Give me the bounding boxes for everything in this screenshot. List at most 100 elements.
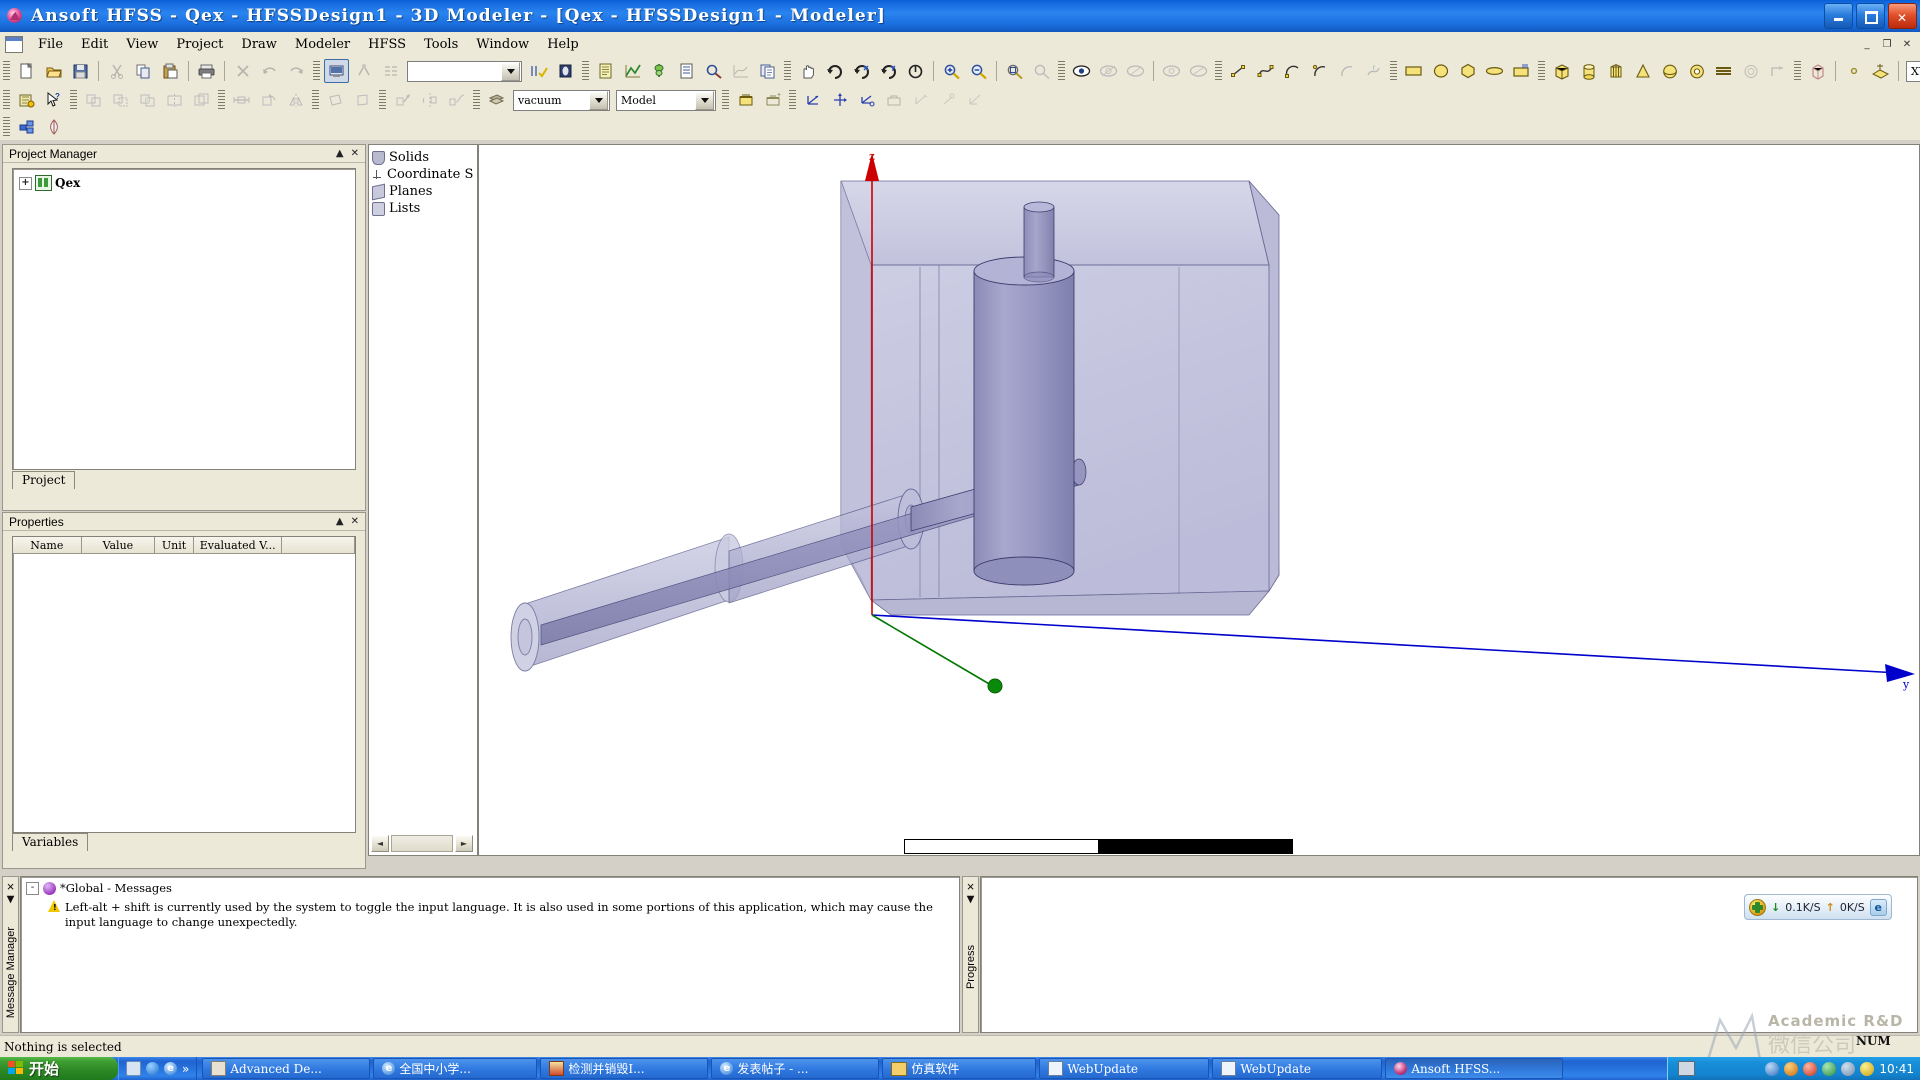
network-traffic-widget[interactable]: ↓ 0.1K/S ↑ 0K/S e	[1744, 894, 1892, 920]
menu-hfss[interactable]: HFSS	[359, 34, 415, 55]
toolbar2-grip-6[interactable]	[473, 90, 480, 110]
copy-icon[interactable]	[131, 59, 156, 83]
validate-check-icon[interactable]	[526, 59, 551, 83]
fit-all-icon[interactable]	[1002, 59, 1027, 83]
spin-icon[interactable]	[903, 59, 928, 83]
properties-grid[interactable]: Name Value Unit Evaluated V...	[12, 536, 356, 833]
volume-icon[interactable]	[1803, 1061, 1818, 1076]
toolbar2-grip-5[interactable]	[379, 90, 386, 110]
menu-file[interactable]: File	[29, 34, 72, 55]
message-item-row[interactable]: Left-alt + shift is currently used by th…	[48, 900, 938, 929]
message-manager-close-icon[interactable]: ✕	[5, 880, 16, 891]
menu-project[interactable]: Project	[167, 34, 232, 55]
material-chevron-down-icon[interactable]	[589, 90, 608, 110]
toolbar2-grip-8[interactable]	[789, 90, 796, 110]
menu-draw[interactable]: Draw	[232, 34, 286, 55]
plane-yellow-icon[interactable]	[1868, 59, 1893, 83]
search-combo[interactable]	[407, 60, 522, 82]
eye-visible-icon[interactable]	[1069, 59, 1094, 83]
toolbar2-grip[interactable]	[3, 90, 10, 110]
scroll-left-button[interactable]: ◄	[371, 835, 389, 852]
expand-icon[interactable]: +	[19, 176, 32, 190]
toolbar-grip-5[interactable]	[1058, 61, 1065, 81]
project-manager-toggle-icon[interactable]	[14, 115, 39, 139]
draw-sphere-icon[interactable]	[1657, 59, 1682, 83]
project-tree[interactable]: + Qex	[12, 168, 356, 470]
toolbar-grip-7[interactable]	[1390, 61, 1397, 81]
draw-rectangle-icon[interactable]	[1401, 59, 1426, 83]
minimize-button[interactable]	[1824, 3, 1853, 29]
toolbar-grip-3[interactable]	[582, 61, 589, 81]
toolbar-grip[interactable]	[3, 61, 10, 81]
network-icon[interactable]	[1765, 1061, 1780, 1076]
keyboard-icon[interactable]	[1678, 1061, 1696, 1076]
clock[interactable]: 10:41	[1879, 1062, 1914, 1076]
draw-spline-icon[interactable]	[1253, 59, 1278, 83]
print-icon[interactable]	[194, 59, 219, 83]
mdi-restore-button[interactable]: ❐	[1878, 36, 1896, 53]
menu-help[interactable]: Help	[538, 34, 588, 55]
report-icon[interactable]	[620, 59, 645, 83]
show-desktop-icon[interactable]	[126, 1061, 141, 1076]
draw-box-icon[interactable]	[1549, 59, 1574, 83]
solution-data-icon[interactable]	[593, 59, 618, 83]
model-combo[interactable]: Model	[616, 89, 716, 111]
draw-torus-icon[interactable]	[1684, 59, 1709, 83]
toolbar-grip-4[interactable]	[784, 61, 791, 81]
model-canvas[interactable]	[479, 145, 1919, 855]
draw-arc-center-icon[interactable]	[1307, 59, 1332, 83]
menu-edit[interactable]: Edit	[72, 34, 117, 55]
messenger-icon[interactable]	[1784, 1061, 1799, 1076]
draw-line-icon[interactable]	[1226, 59, 1251, 83]
tab-variables[interactable]: Variables	[12, 833, 89, 851]
menu-modeler[interactable]: Modeler	[286, 34, 359, 55]
taskbar-item[interactable]: WebUpdate	[1212, 1058, 1383, 1079]
excitation-icon[interactable]: +	[760, 88, 785, 112]
close-button[interactable]: ✕	[1888, 3, 1917, 29]
start-button[interactable]: 开始	[0, 1057, 118, 1080]
taskbar-item[interactable]: 仿真软件	[882, 1058, 1037, 1079]
update-tray-icon[interactable]	[1841, 1061, 1856, 1076]
plane-combo[interactable]: XY	[1906, 60, 1920, 82]
message-group-row[interactable]: - *Global - Messages	[26, 881, 954, 895]
draw-regular-polyhedron-icon[interactable]	[1603, 59, 1628, 83]
taskbar-item[interactable]: WebUpdate	[1039, 1058, 1210, 1079]
history-item-planes[interactable]: Planes	[369, 183, 477, 200]
search-magnifier-icon[interactable]	[701, 59, 726, 83]
draw-arc-3pt-icon[interactable]	[1280, 59, 1305, 83]
taskbar-item[interactable]: 检测并销毁I...	[540, 1058, 709, 1079]
project-tree-node-qex[interactable]: + Qex	[13, 174, 355, 192]
rotate-x-icon[interactable]	[849, 59, 874, 83]
internet-explorer-icon[interactable]: e	[164, 1062, 177, 1075]
tab-project[interactable]: Project	[12, 471, 76, 489]
mdi-close-button[interactable]: ✕	[1898, 36, 1916, 53]
toolbar-grip-6[interactable]	[1215, 61, 1222, 81]
security-shield-icon[interactable]	[1822, 1061, 1837, 1076]
draw-helix-icon[interactable]	[1711, 59, 1736, 83]
antivirus-tray-icon[interactable]	[1860, 1061, 1875, 1076]
doc-list-icon[interactable]	[674, 59, 699, 83]
history-item-coordinate-systems[interactable]: Coordinate S	[369, 166, 477, 183]
history-item-solids[interactable]: Solids	[369, 149, 477, 166]
local-cs-icon[interactable]	[800, 88, 825, 112]
toolbar-grip-8[interactable]	[1538, 61, 1545, 81]
measure-icon[interactable]	[14, 88, 39, 112]
draw-plane-icon[interactable]	[1509, 59, 1534, 83]
paste-icon[interactable]	[158, 59, 183, 83]
boundary-icon[interactable]	[733, 88, 758, 112]
toolbar2-grip-3[interactable]	[218, 90, 225, 110]
history-tree-panel[interactable]: Solids Coordinate S Planes Lists ◄ ►	[368, 144, 478, 856]
validate-icon[interactable]	[324, 59, 349, 83]
modeler-3d-view[interactable]: z y 0 5 10 (mm)	[478, 144, 1920, 856]
taskbar-item[interactable]: Advanced De...	[202, 1058, 371, 1079]
message-list[interactable]: - *Global - Messages Left-alt + shift is…	[21, 877, 959, 933]
media-player-icon[interactable]	[146, 1062, 159, 1075]
draw-ellipse-icon[interactable]	[1482, 59, 1507, 83]
scroll-right-button[interactable]: ►	[455, 835, 473, 852]
mdi-minimize-button[interactable]: _	[1858, 36, 1876, 53]
message-manager-collapse-icon[interactable]: ▲	[5, 894, 16, 905]
project-manager-collapse-icon[interactable]: ▲	[336, 148, 344, 159]
set-default-material-icon[interactable]	[484, 88, 509, 112]
draw-cone-icon[interactable]	[1630, 59, 1655, 83]
taskbar-item[interactable]: e 全国中小学...	[373, 1058, 538, 1079]
